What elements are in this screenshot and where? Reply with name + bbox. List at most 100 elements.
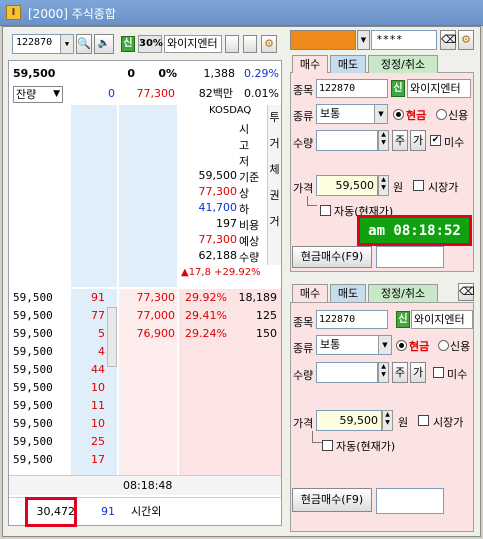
price-button[interactable]: 가 — [410, 130, 426, 151]
page-icon[interactable] — [225, 35, 239, 53]
time-row: 08:18:48 — [9, 475, 281, 495]
price-input-2[interactable]: 59,500 — [316, 410, 382, 431]
cost: 197 — [216, 217, 237, 230]
tab-sell[interactable]: 매도 — [330, 55, 366, 73]
price-button-2[interactable]: 가 — [410, 362, 426, 383]
quote-pane: 59,500 0 0% 1,388 0.29% 잔량 ▼ 0 77,300 82… — [8, 60, 282, 526]
volume: 1,388 — [203, 67, 236, 80]
lower-limit: 41,700 — [198, 201, 238, 214]
after-hours-label: 시간외 — [131, 505, 162, 518]
tab-sell-2[interactable]: 매도 — [330, 284, 366, 302]
code-input-2[interactable]: 122870 — [316, 310, 388, 329]
server-time: 08:18:48 — [123, 479, 173, 492]
volume-pct: 0.29% — [244, 67, 279, 80]
password-input[interactable]: **** — [371, 30, 437, 50]
cash-buy-button[interactable]: 현금매수(F9) — [292, 246, 372, 268]
misu-checkbox-2[interactable] — [433, 367, 444, 378]
cash-radio-2[interactable] — [396, 340, 407, 351]
order-result-field — [376, 246, 444, 268]
bid-price: 59,500 — [13, 309, 53, 322]
tab-buy[interactable]: 매수 — [292, 55, 328, 73]
bid-price: 59,500 — [13, 453, 53, 466]
trade-amount: 82백만 — [198, 87, 233, 100]
price-change: 0 — [127, 67, 135, 80]
highlight-box — [25, 497, 77, 527]
auto-price-checkbox[interactable] — [320, 205, 331, 216]
gear-icon[interactable]: ⚙ — [261, 35, 277, 53]
credit-radio[interactable] — [436, 109, 447, 120]
qty-stepper-2[interactable]: ▲ ▼ — [378, 362, 389, 383]
price-input[interactable]: 59,500 — [316, 175, 378, 196]
bid-qty: 25 — [91, 435, 105, 448]
qty-button-2[interactable]: 주 — [392, 362, 408, 383]
bid-qty: 4 — [98, 345, 105, 358]
credit-radio-2[interactable] — [438, 340, 449, 351]
tab-modify-2[interactable]: 정정/취소 — [368, 284, 438, 302]
remain-price: 77,300 — [136, 87, 176, 100]
qty-button[interactable]: 주 — [392, 130, 408, 151]
upper-limit: 77,300 — [198, 185, 238, 198]
quantity-input-2[interactable] — [316, 362, 378, 383]
ask-price: 77,000 — [136, 309, 176, 322]
chevron-down-icon[interactable]: ▼ — [378, 336, 391, 354]
chevron-down-icon: ▼ — [53, 89, 60, 99]
speaker-icon[interactable]: 🔈 — [94, 34, 114, 54]
bid-price: 59,500 — [13, 345, 53, 358]
search-icon[interactable]: 🔍 — [76, 34, 92, 54]
quantity-input[interactable] — [316, 130, 378, 151]
misu-checkbox[interactable]: ✔ — [430, 135, 441, 146]
tab-buy-2[interactable]: 매수 — [292, 284, 328, 302]
stock-name: 와이지엔터 — [407, 79, 471, 98]
market-label: KOSDAQ — [209, 105, 252, 116]
bid-price: 59,500 — [13, 381, 53, 394]
price-stepper-2[interactable]: ▲ ▼ — [382, 410, 393, 431]
market-price-checkbox[interactable] — [413, 180, 424, 191]
bid-price: 59,500 — [13, 291, 53, 304]
price-stepper[interactable]: ▲ ▼ — [378, 175, 389, 196]
cash-buy-button-2[interactable]: 현금매수(F9) — [292, 488, 372, 512]
stock-code-input[interactable]: 122870 ▼ — [12, 34, 74, 54]
market-price-checkbox-2[interactable] — [418, 415, 429, 426]
bid-qty: 91 — [91, 291, 105, 304]
order-type-select[interactable]: 보통 ▼ — [316, 104, 388, 124]
bid-qty: 10 — [91, 417, 105, 430]
cash-radio[interactable] — [393, 109, 404, 120]
base-price: 59,500 — [198, 169, 238, 182]
ask-price: 76,900 — [136, 327, 176, 340]
remain-qty: 0 — [108, 87, 115, 100]
tree-connector — [307, 196, 317, 206]
chevron-down-icon[interactable]: ▼ — [357, 30, 370, 50]
tree-connector — [312, 431, 322, 443]
expected-change: ▲17,8 +29.92% — [181, 267, 261, 278]
copy-icon[interactable] — [243, 35, 257, 53]
time-overlay: am 08:18:52 — [357, 215, 472, 246]
eraser-icon[interactable]: ⌫ — [458, 283, 475, 301]
ask-qty: 18,189 — [238, 291, 278, 304]
remain-dropdown[interactable]: 잔량 ▼ — [13, 86, 63, 103]
stock-name: 와이지엔터 — [411, 310, 473, 329]
bid-qty: 11 — [91, 399, 105, 412]
chevron-down-icon[interactable]: ▼ — [374, 105, 387, 123]
total-count: 91 — [101, 505, 115, 518]
amount-pct: 0.01% — [244, 87, 279, 100]
chevron-down-icon[interactable]: ▼ — [60, 35, 73, 53]
tab-modify[interactable]: 정정/취소 — [368, 55, 438, 73]
margin-rate: 30% — [138, 35, 163, 53]
bid-price: 59,500 — [13, 327, 53, 340]
bid-price: 59,500 — [13, 435, 53, 448]
code-input[interactable]: 122870 — [316, 79, 388, 98]
ask-pct: 29.24% — [185, 327, 227, 340]
stock-name: 와이지엔터 — [164, 35, 222, 53]
stock-info-panel: KOSDAQ 시 고 저 59,500 기준 77,300 상 41,700 하… — [181, 105, 261, 278]
account-select[interactable] — [290, 30, 356, 50]
current-price: 59,500 — [13, 67, 56, 80]
side-tab-strip[interactable]: 투 거 체 권 거 — [267, 105, 281, 265]
qty-stepper[interactable]: ▲ ▼ — [378, 130, 389, 151]
order-type-select-2[interactable]: 보통 ▼ — [316, 335, 392, 355]
gear-icon[interactable]: ⚙ — [458, 30, 474, 50]
scroll-bar[interactable] — [107, 307, 117, 367]
app-icon: I — [6, 5, 21, 20]
eraser-icon[interactable]: ⌫ — [440, 30, 457, 50]
ask-qty: 150 — [256, 327, 277, 340]
auto-price-checkbox-2[interactable] — [322, 440, 333, 451]
